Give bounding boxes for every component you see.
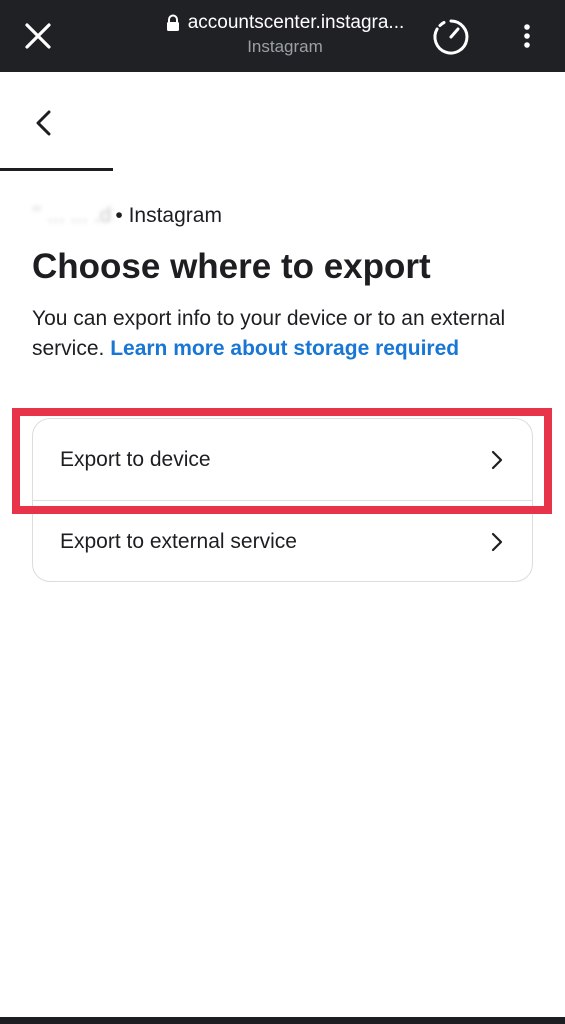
learn-more-link[interactable]: Learn more about storage required [110,337,459,360]
site-name: Instagram [247,37,323,56]
lock-icon [166,14,180,32]
export-options-list: Export to device Export to external serv… [32,418,533,582]
page-description: You can export info to your device or to… [32,304,532,364]
option-label: Export to external service [60,530,297,553]
account-name: ʼʼ ... ... .d [32,204,112,227]
close-icon [25,23,51,49]
bottom-edge-bar [0,1017,565,1024]
page-title: Choose where to export [32,247,431,286]
back-button[interactable] [22,100,68,146]
url-text: accountscenter.instagra... [187,12,405,33]
close-button[interactable] [18,16,58,56]
account-platform: Instagram [128,204,222,227]
header-underline [0,168,113,171]
export-to-external-service-option[interactable]: Export to external service [33,501,532,583]
speed-button[interactable] [430,16,472,58]
more-menu-button[interactable] [510,16,544,56]
option-label: Export to device [60,448,211,471]
back-arrow-icon [36,110,51,136]
more-vertical-icon [524,24,530,48]
account-line: ʼʼ ... ... .d • Instagram [32,202,222,230]
export-to-device-option[interactable]: Export to device [33,419,532,501]
account-separator: • [115,204,123,227]
chevron-right-icon [490,531,504,553]
speed-icon [433,19,469,55]
url-bar[interactable]: accountscenter.instagra... Instagram [150,10,420,62]
chevron-right-icon [490,449,504,471]
browser-top-bar: accountscenter.instagra... Instagram [0,0,565,72]
